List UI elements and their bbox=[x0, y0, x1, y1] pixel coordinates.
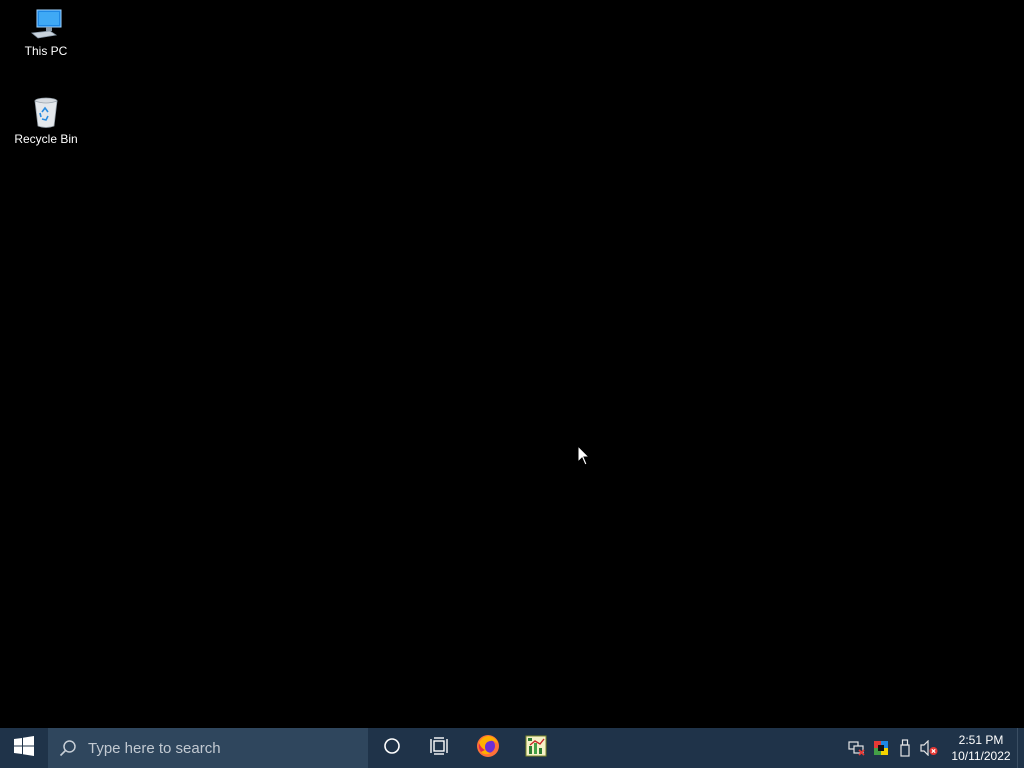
show-desktop-button[interactable] bbox=[1017, 728, 1024, 768]
usb-device-icon[interactable] bbox=[893, 728, 917, 768]
search-icon bbox=[48, 728, 88, 768]
clock-date: 10/11/2022 bbox=[951, 749, 1011, 763]
chart-app-taskbar-button[interactable] bbox=[512, 728, 560, 768]
firefox-taskbar-button[interactable] bbox=[464, 728, 512, 768]
task-view-icon bbox=[430, 736, 450, 760]
recycle-bin-icon bbox=[28, 94, 64, 130]
search-input[interactable]: Type here to search bbox=[48, 728, 368, 768]
cortana-button[interactable] bbox=[368, 728, 416, 768]
this-pc-icon bbox=[28, 6, 64, 42]
system-tray: 2:51 PM 10/11/2022 bbox=[845, 728, 1024, 768]
cortana-icon bbox=[383, 737, 401, 760]
firefox-icon bbox=[476, 734, 500, 763]
search-placeholder: Type here to search bbox=[88, 739, 221, 757]
clock-time: 2:51 PM bbox=[958, 733, 1004, 747]
desktop-icon-recycle-bin[interactable]: Recycle Bin bbox=[8, 94, 84, 146]
desktop-icon-label: Recycle Bin bbox=[14, 132, 78, 146]
desktop-icon-this-pc[interactable]: This PC bbox=[8, 6, 84, 58]
display-color-icon[interactable] bbox=[869, 728, 893, 768]
taskbar: Type here to search 2:51 PM 10/11/2022 bbox=[0, 728, 1024, 768]
mouse-pointer-icon bbox=[577, 444, 591, 467]
start-button[interactable] bbox=[0, 728, 48, 768]
volume-muted-icon[interactable] bbox=[917, 728, 941, 768]
windows-logo-icon bbox=[14, 735, 34, 761]
desktop-icon-label: This PC bbox=[24, 44, 68, 58]
taskbar-clock[interactable]: 2:51 PM 10/11/2022 bbox=[945, 728, 1017, 768]
network-disconnected-icon[interactable] bbox=[845, 728, 869, 768]
chart-app-icon bbox=[524, 734, 548, 763]
task-view-button[interactable] bbox=[416, 728, 464, 768]
desktop[interactable]: This PC Recycle Bin bbox=[0, 0, 1024, 728]
